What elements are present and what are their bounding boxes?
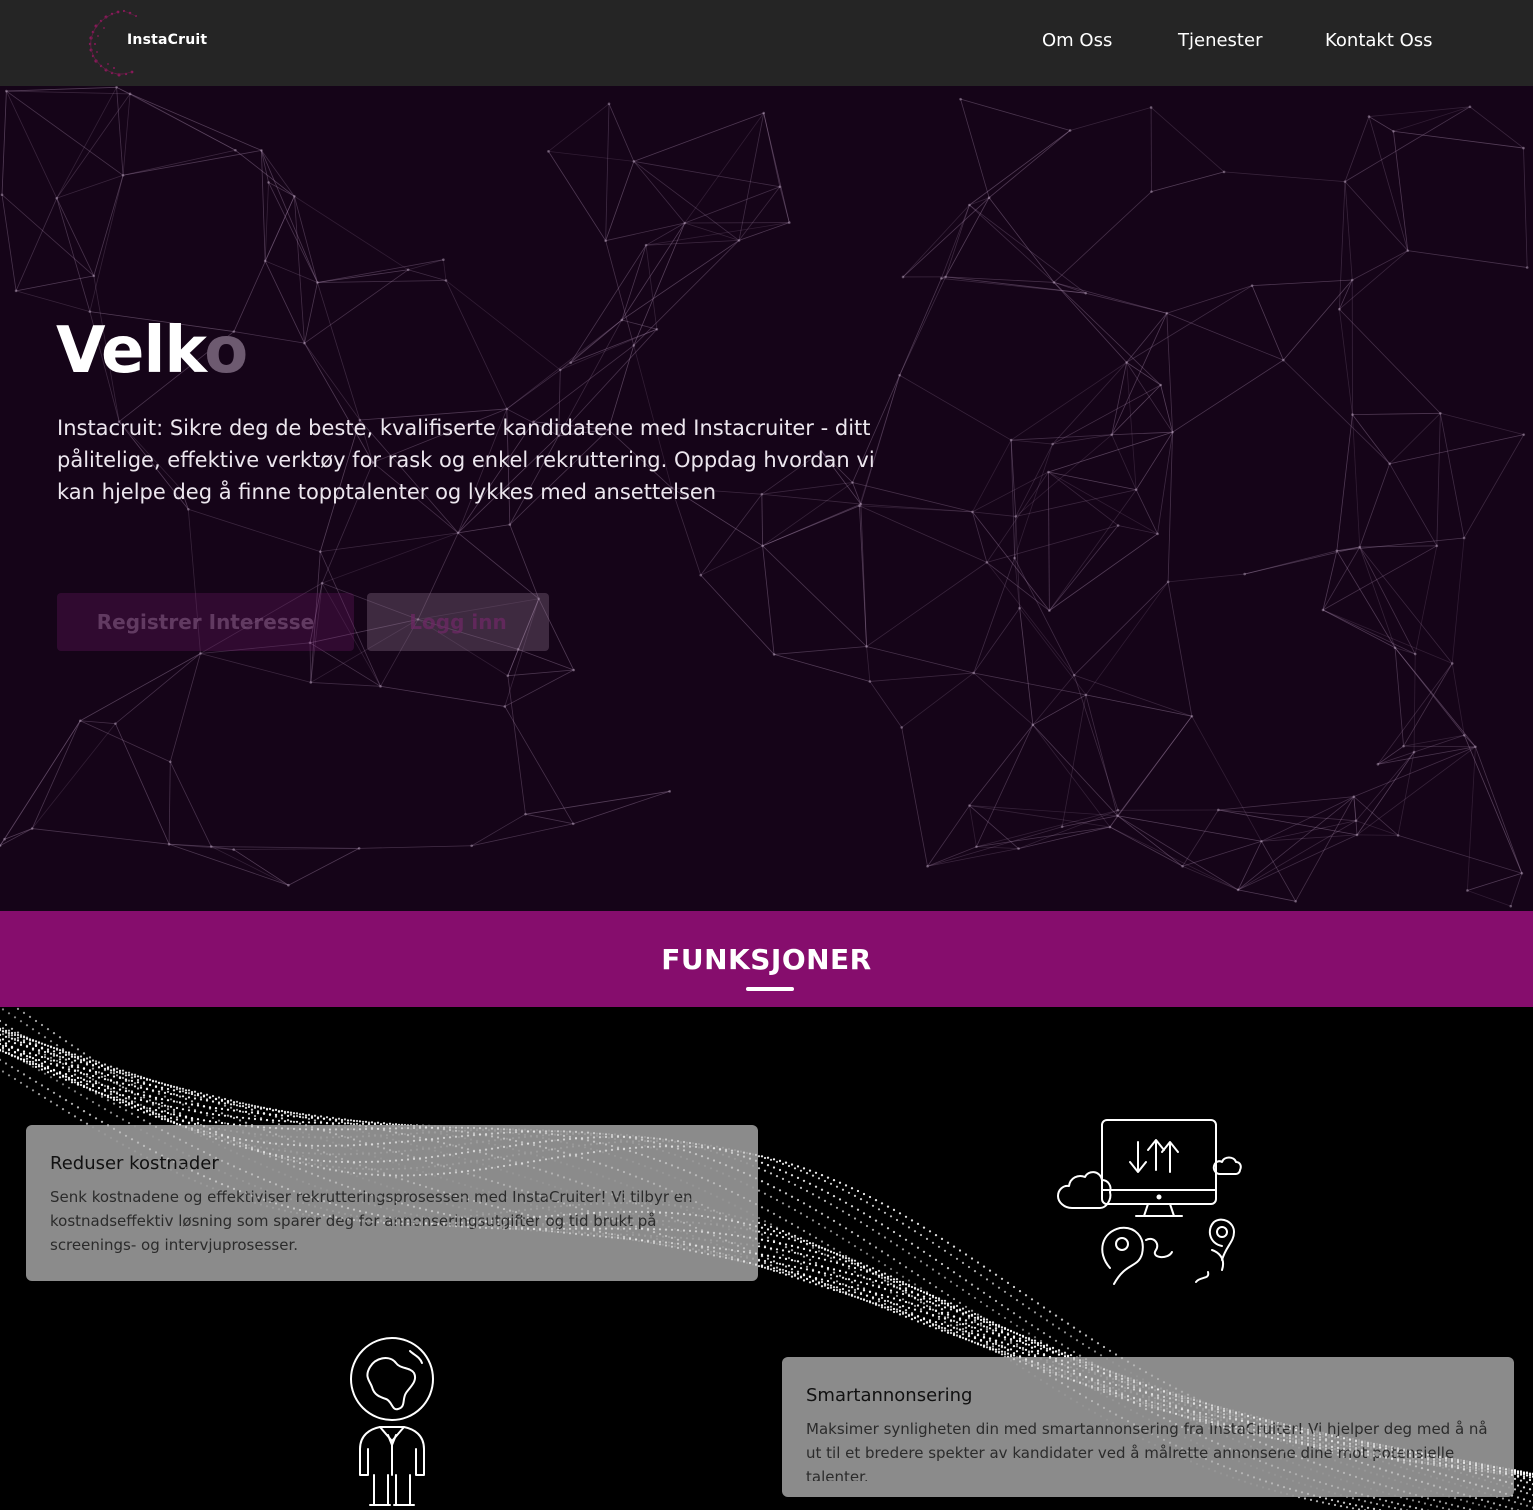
feature-card-title: Reduser kostnader [50,1153,219,1174]
hero-title-visible: Velk [56,314,205,388]
navbar: InstaCruit Om Oss Tjenester Kontakt Oss [0,0,1533,86]
nav-link-om-oss[interactable]: Om Oss [1042,30,1112,51]
nav-link-kontakt-oss[interactable]: Kontakt Oss [1325,30,1433,51]
globe-head-person-icon [350,1337,434,1506]
feature-card-smart-advertising: Smartannonsering Maksimer synligheten di… [782,1357,1514,1497]
heading-underline [746,987,794,991]
nav-link-tjenester[interactable]: Tjenester [1178,30,1262,51]
feature-card-reduce-costs: Reduser kostnader Senk kostnadene og eff… [26,1125,758,1281]
features-heading-band: FUNKSJONER [0,911,1533,1007]
features-section: Reduser kostnader Senk kostnadene og eff… [0,1007,1533,1510]
hero-title-fading: o [204,314,248,388]
hero-title: Velko [56,314,248,388]
cloud-computer-icon [1057,1119,1242,1285]
feature-card-title: Smartannonsering [806,1385,973,1406]
feature-card-text: Senk kostnadene og effektiviser rekrutte… [50,1188,693,1254]
brand-logo[interactable]: InstaCruit [84,6,224,80]
features-heading: FUNKSJONER [661,943,872,976]
hero-section: Velko Instacruit: Sikre deg de beste, kv… [0,86,1533,911]
feature-card-text: Maksimer synligheten din med smartannons… [806,1420,1488,1481]
register-interest-button[interactable]: Registrer Interesse [57,593,354,651]
hero-description: Instacruit: Sikre deg de beste, kvalifis… [57,416,875,504]
brand-name: InstaCruit [127,32,208,48]
login-button[interactable]: Logg inn [367,593,549,651]
